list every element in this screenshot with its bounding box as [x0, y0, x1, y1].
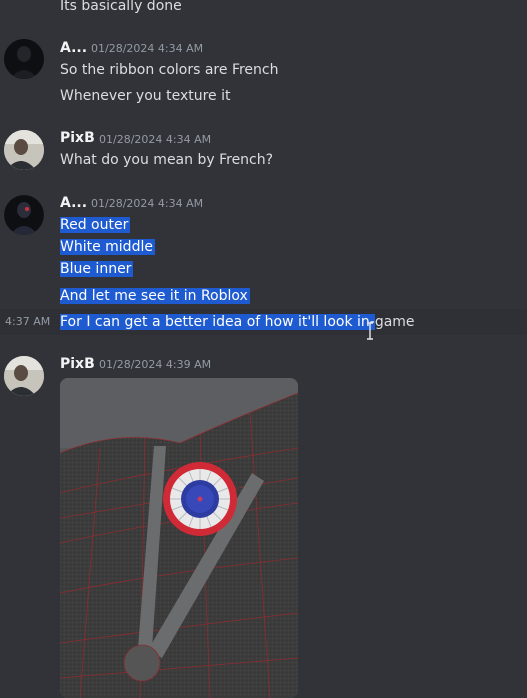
message-text: And let me see it in Roblox: [60, 285, 250, 307]
selected-text: Red outer: [60, 217, 131, 233]
message-text: White middle: [60, 236, 155, 258]
avatar-image: [4, 195, 44, 235]
avatar-image: [4, 39, 44, 79]
selected-text: White middle: [60, 239, 155, 255]
message-text: Its basically done: [60, 0, 182, 14]
message-timestamp: 01/28/2024 4:34 AM: [99, 133, 212, 146]
message-text: Blue inner: [60, 258, 134, 280]
message-text: What do you mean by French?: [60, 152, 274, 168]
username[interactable]: A...: [60, 38, 87, 58]
username[interactable]: PixB: [60, 354, 95, 374]
user-avatar[interactable]: [4, 356, 44, 396]
message-text: Whenever you texture it: [60, 88, 231, 104]
selected-text: For I can get a better idea of how it'll…: [60, 314, 375, 330]
message-text: Red outer: [60, 214, 131, 236]
avatar-image: [4, 130, 44, 170]
message-timestamp: 01/28/2024 4:34 AM: [91, 197, 204, 210]
selected-text: And let me see it in Roblox: [60, 288, 250, 304]
message-timestamp: 01/28/2024 4:34 AM: [91, 42, 204, 55]
message-text: So the ribbon colors are French: [60, 62, 279, 78]
selected-text: Blue inner: [60, 261, 134, 277]
user-avatar[interactable]: [4, 130, 44, 170]
user-avatar[interactable]: [4, 39, 44, 79]
avatar-image: [4, 356, 44, 396]
text-cursor-icon: [366, 322, 374, 340]
image-attachment[interactable]: [60, 378, 298, 698]
message-text: For I can get a better idea of how it'll…: [60, 311, 415, 333]
message-timestamp: 01/28/2024 4:39 AM: [99, 358, 212, 371]
username[interactable]: PixB: [60, 128, 95, 148]
unselected-text: game: [374, 314, 415, 330]
user-avatar[interactable]: [4, 195, 44, 235]
rosette-render-image: [60, 378, 298, 698]
hover-timestamp: 4:37 AM: [5, 315, 51, 328]
username[interactable]: A...: [60, 193, 87, 213]
